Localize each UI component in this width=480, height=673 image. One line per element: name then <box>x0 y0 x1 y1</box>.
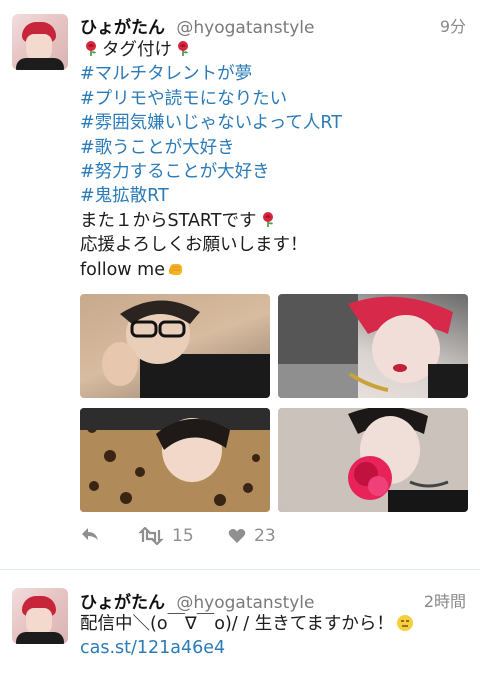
hashtag-link[interactable]: #努力することが大好き <box>80 160 466 184</box>
hashtag-link[interactable]: #雰囲気嫌いじゃないよって人RT <box>80 111 466 135</box>
like-button[interactable]: 23 <box>228 526 276 546</box>
tweet-line: follow me <box>80 258 466 282</box>
tweet-line: 応援よろしくお願いします！ <box>80 235 308 256</box>
heart-icon <box>228 529 246 543</box>
fist-emoji <box>169 263 182 275</box>
photo-rose-selfie-art <box>278 408 468 512</box>
tweet-actions: 15 23 <box>80 522 380 552</box>
photo-leopard-shirt-selfie[interactable] <box>80 408 270 512</box>
timestamp[interactable]: 9分 <box>440 13 466 37</box>
photo-red-hair-selfie-art <box>278 294 468 398</box>
tweet-header: ひょがたん @hyogatanstyle 2時間 <box>80 588 466 613</box>
tweet-line-text: タグ付け <box>102 40 172 60</box>
screen-name[interactable]: @hyogatanstyle <box>176 18 314 38</box>
avatar[interactable] <box>12 588 68 644</box>
hashtag-link[interactable]: #プリモや読モになりたい <box>80 87 466 111</box>
tweet-line: 配信中＼(o￣∇￣o)/ / 生きてますから！ <box>80 612 466 636</box>
display-name[interactable]: ひょがたん <box>80 18 165 38</box>
hashtag-link[interactable]: #マルチタレントが夢 <box>80 62 466 86</box>
photo-leopard-shirt-selfie-art <box>80 408 270 512</box>
cas-link[interactable]: cas.st/121a46e4 <box>80 636 466 660</box>
tweet-line-text: 配信中＼(o￣∇￣o)/ / 生きてますから！ <box>80 614 394 634</box>
rose-emoji <box>178 41 188 56</box>
hashtag-link[interactable]: #鬼拡散RT <box>80 184 466 208</box>
expressionless-face-emoji <box>396 615 413 631</box>
retweet-button[interactable]: 15 <box>138 526 194 546</box>
media-grid <box>80 294 468 512</box>
reply-icon <box>82 528 98 540</box>
hashtag-link[interactable]: #歌うことが大好き <box>80 136 466 160</box>
timestamp[interactable]: 2時間 <box>424 588 466 612</box>
photo-glasses-selfie[interactable] <box>80 294 270 398</box>
avatar-shirt <box>16 632 64 644</box>
tweet-2[interactable]: ひょがたん @hyogatanstyle 2時間 配信中＼(o￣∇￣o)/ / … <box>0 570 480 673</box>
tweet-line-text: follow me <box>80 259 165 280</box>
photo-rose-selfie[interactable] <box>278 408 468 512</box>
photo-red-hair-selfie[interactable] <box>278 294 468 398</box>
tweet-line-text: また１からSTARTです <box>80 210 257 231</box>
display-name[interactable]: ひょがたん <box>80 593 165 613</box>
tweet-header: ひょがたん @hyogatanstyle 9分 <box>80 13 466 38</box>
retweet-icon <box>138 527 164 545</box>
rose-emoji <box>262 211 273 227</box>
reply-button[interactable] <box>80 526 100 542</box>
tweet-text: 配信中＼(o￣∇￣o)/ / 生きてますから！ cas.st/121a46e4 <box>80 612 466 661</box>
screen-name[interactable]: @hyogatanstyle <box>176 593 314 613</box>
photo-glasses-selfie-art <box>102 300 270 398</box>
avatar[interactable] <box>12 14 68 70</box>
avatar-shirt <box>16 58 64 70</box>
tweet-line: また１からSTARTです <box>80 209 466 233</box>
tweet-text: タグ付け #マルチタレントが夢 #プリモや読モになりたい #雰囲気嫌いじゃないよ… <box>80 38 466 282</box>
retweet-count: 15 <box>172 526 194 546</box>
rose-emoji <box>86 41 96 56</box>
tweet-line: タグ付け <box>80 38 466 62</box>
tweet-1[interactable]: ひょがたん @hyogatanstyle 9分 タグ付け #マルチタレントが夢 … <box>0 0 480 568</box>
like-count: 23 <box>254 526 276 546</box>
